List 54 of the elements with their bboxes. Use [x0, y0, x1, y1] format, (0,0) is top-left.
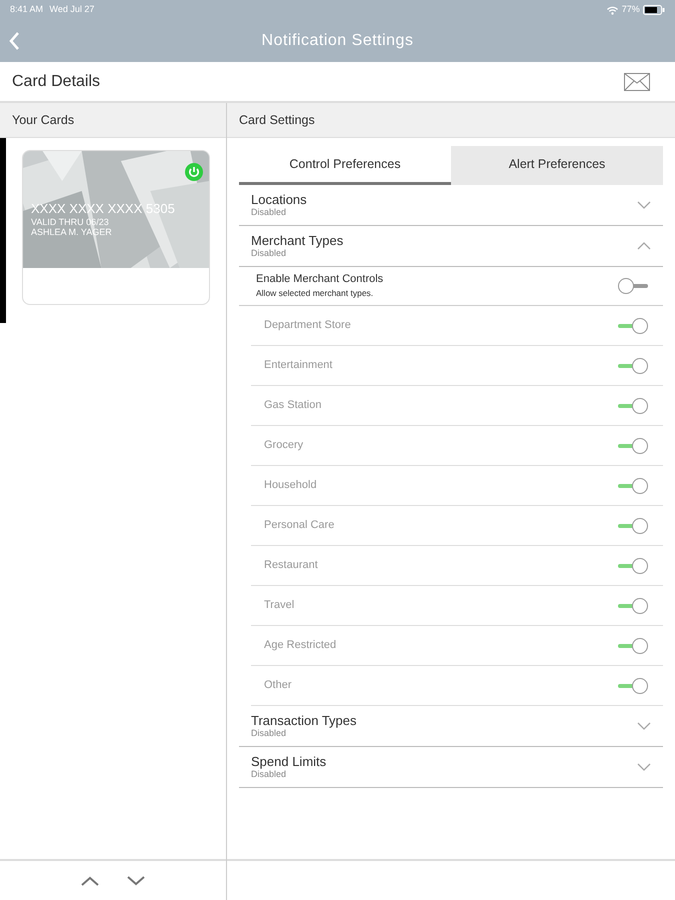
section-label: Merchant Types — [251, 232, 344, 248]
toggle-switch[interactable] — [617, 436, 649, 454]
chevron-down-icon — [637, 201, 651, 209]
option-label: Entertainment — [264, 358, 332, 374]
section-status: Disabled — [251, 728, 288, 740]
chevron-up-icon — [637, 242, 651, 250]
section-title: Card Settings — [239, 112, 315, 129]
chevron-down-icon — [637, 722, 651, 730]
toggle-switch[interactable] — [617, 476, 649, 494]
section-status: Disabled — [251, 769, 288, 780]
toggle-switch[interactable] — [617, 277, 649, 295]
mail-icon[interactable] — [624, 72, 650, 90]
back-button[interactable] — [8, 30, 20, 51]
option-label: Age Restricted — [264, 638, 336, 654]
battery-icon — [643, 5, 665, 15]
toggle-switch[interactable] — [617, 396, 649, 414]
control-hint: Allow selected merchant types. — [256, 286, 374, 300]
option-label: Household — [264, 478, 317, 494]
wifi-icon — [607, 6, 618, 14]
section-status: Disabled — [251, 207, 288, 218]
battery-percent: 77% — [622, 3, 640, 16]
option-label: Gas Station — [264, 398, 322, 414]
section-row[interactable]: Merchant Types Disabled — [239, 226, 663, 267]
toggle-switch[interactable] — [617, 596, 649, 614]
power-icon[interactable] — [185, 163, 203, 181]
nav-title: Notification Settings — [262, 31, 414, 51]
option-label: Travel — [264, 598, 294, 614]
section-row[interactable]: Locations Disabled — [239, 185, 663, 226]
toggle-switch[interactable] — [617, 316, 649, 334]
toggle-switch[interactable] — [617, 516, 649, 534]
section-title: Your Cards — [12, 112, 74, 129]
option-label: Restaurant — [264, 558, 318, 574]
toggle-switch[interactable] — [617, 676, 649, 694]
option-label: Other — [264, 678, 292, 694]
option-label: Grocery — [264, 438, 304, 454]
toggle-switch[interactable] — [617, 356, 649, 374]
section-label: Transaction Types — [251, 712, 356, 728]
control-label: Enable Merchant Controls — [256, 272, 384, 287]
section-label: Spend Limits — [251, 754, 326, 770]
toggle-switch[interactable] — [617, 636, 649, 654]
section-status: Disabled — [251, 248, 288, 260]
chevron-up-icon — [80, 875, 100, 888]
tab[interactable]: Alert Preferences — [451, 146, 663, 185]
chevron-down-icon — [126, 875, 146, 888]
option-label: Department Store — [264, 318, 351, 334]
page-heading: Card Details — [12, 72, 100, 92]
status-date: Wed Jul 27 — [50, 3, 94, 16]
toggle-switch[interactable] — [617, 556, 649, 574]
option-label: Personal Care — [264, 518, 334, 534]
status-time: 8:41 AM — [10, 3, 44, 16]
section-row[interactable]: Spend Limits Disabled — [239, 747, 663, 788]
section-label: Locations — [251, 192, 307, 208]
section-row[interactable]: Transaction Types Disabled — [239, 706, 663, 747]
chevron-down-icon — [637, 763, 651, 771]
